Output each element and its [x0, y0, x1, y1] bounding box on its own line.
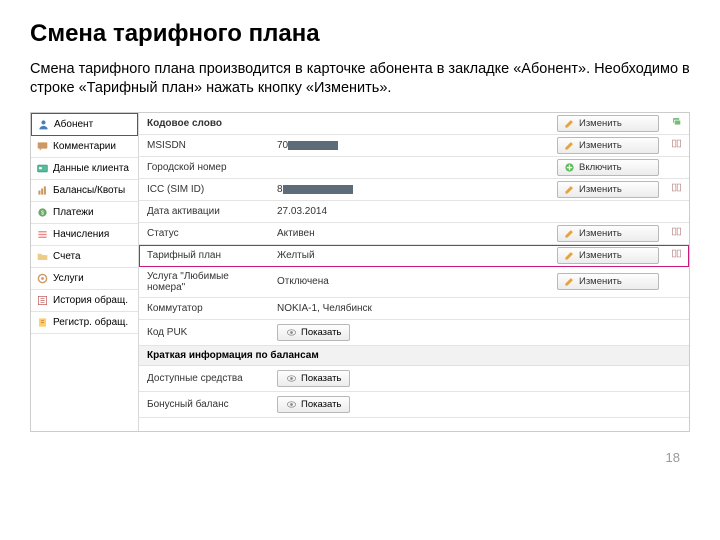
book-icon[interactable] — [671, 138, 682, 152]
row-extra — [663, 201, 689, 222]
sidebar-item-1[interactable]: Комментарии — [31, 136, 138, 158]
description: Смена тарифного плана производится в кар… — [30, 60, 690, 98]
main-panel: Кодовое словоИзменитьMSISDN70ИзменитьГор… — [139, 113, 689, 431]
data-row-5: СтатусАктивенИзменить — [139, 223, 689, 245]
book-icon[interactable] — [671, 248, 682, 262]
row-value: Показать — [269, 392, 553, 417]
action-button-6[interactable]: Изменить — [557, 247, 659, 264]
row-value: 27.03.2014 — [269, 201, 553, 222]
cards-icon[interactable] — [671, 116, 682, 130]
data-row-7: Услуга "Любимые номера"ОтключенаИзменить — [139, 267, 689, 298]
row-label: Дата активации — [139, 201, 269, 222]
book-icon[interactable] — [671, 226, 682, 240]
sidebar-label: Балансы/Квоты — [53, 185, 125, 196]
row-action: Изменить — [553, 179, 663, 200]
row-action: Изменить — [553, 223, 663, 244]
sidebar-item-3[interactable]: Балансы/Квоты — [31, 180, 138, 202]
row-value: Отключена — [269, 267, 553, 297]
row-extra — [663, 223, 689, 244]
action-button-3[interactable]: Изменить — [557, 181, 659, 198]
balance-row-1: Бонусный баланс Показать — [139, 392, 689, 418]
row-extra — [663, 179, 689, 200]
data-row-9: Код PUK Показать — [139, 320, 689, 346]
book-icon[interactable] — [671, 182, 682, 196]
data-row-1: MSISDN70Изменить — [139, 135, 689, 157]
action-button-0[interactable]: Изменить — [557, 115, 659, 132]
row-action: Изменить — [553, 135, 663, 156]
balance-row-0: Доступные средства Показать — [139, 366, 689, 392]
row-action — [553, 298, 663, 319]
action-button-1[interactable]: Изменить — [557, 137, 659, 154]
sidebar-item-9[interactable]: Регистр. обращ. — [31, 312, 138, 334]
row-value — [269, 113, 553, 134]
row-label: Бонусный баланс — [139, 392, 269, 417]
data-row-0: Кодовое слово Изменить — [139, 113, 689, 135]
row-extra — [663, 267, 689, 297]
row-label: ICC (SIM ID) — [139, 179, 269, 200]
row-value: NOKIA-1, Челябинск — [269, 298, 553, 319]
row-label: Статус — [139, 223, 269, 244]
row-value: Показать — [269, 366, 553, 391]
sidebar: Абонент Комментарии Данные клиента Балансы/… — [31, 113, 139, 431]
row-action: Изменить — [553, 267, 663, 297]
row-extra — [663, 320, 689, 345]
sidebar-item-8[interactable]: История обращ. — [31, 290, 138, 312]
sidebar-item-4[interactable]: $ Платежи — [31, 202, 138, 224]
sidebar-label: Регистр. обращ. — [53, 317, 128, 328]
app-window: Абонент Комментарии Данные клиента Балансы/… — [30, 112, 690, 432]
sidebar-item-7[interactable]: Услуги — [31, 268, 138, 290]
row-extra — [663, 298, 689, 319]
sidebar-item-0[interactable]: Абонент — [31, 113, 138, 136]
svg-text:$: $ — [41, 210, 44, 216]
row-action: Изменить — [553, 245, 663, 266]
sidebar-label: Начисления — [53, 229, 109, 240]
row-label: Код PUK — [139, 320, 269, 345]
data-row-8: КоммутаторNOKIA-1, Челябинск — [139, 298, 689, 320]
row-action — [553, 201, 663, 222]
row-extra — [663, 113, 689, 134]
sidebar-item-5[interactable]: Начисления — [31, 224, 138, 246]
data-row-2: Городской номер Включить — [139, 157, 689, 179]
show-button[interactable]: Показать — [277, 324, 350, 341]
show-button[interactable]: Показать — [277, 370, 350, 387]
page-title: Смена тарифного плана — [30, 20, 690, 48]
sidebar-label: Платежи — [53, 207, 94, 218]
sidebar-label: Абонент — [54, 119, 93, 130]
row-extra — [663, 135, 689, 156]
action-button-5[interactable]: Изменить — [557, 225, 659, 242]
row-label: Тарифный план — [139, 245, 269, 266]
row-value: Показать — [269, 320, 553, 345]
data-row-4: Дата активации27.03.2014 — [139, 201, 689, 223]
row-value: 8 — [269, 179, 553, 200]
action-button-2[interactable]: Включить — [557, 159, 659, 176]
row-label: Городской номер — [139, 157, 269, 178]
row-label: Кодовое слово — [139, 113, 269, 134]
row-value: 70 — [269, 135, 553, 156]
row-action: Включить — [553, 157, 663, 178]
row-value: Желтый — [269, 245, 553, 266]
sidebar-label: Услуги — [53, 273, 84, 284]
sidebar-label: Комментарии — [53, 141, 116, 152]
sidebar-item-6[interactable]: Счета — [31, 246, 138, 268]
row-label: MSISDN — [139, 135, 269, 156]
show-button[interactable]: Показать — [277, 396, 350, 413]
page-number: 18 — [30, 450, 690, 465]
row-action: Изменить — [553, 113, 663, 134]
row-value: Активен — [269, 223, 553, 244]
row-label: Доступные средства — [139, 366, 269, 391]
row-value — [269, 157, 553, 178]
sidebar-label: История обращ. — [53, 295, 128, 306]
row-label: Коммутатор — [139, 298, 269, 319]
balance-section-header: Краткая информация по балансам — [139, 346, 689, 366]
action-button-7[interactable]: Изменить — [557, 273, 659, 290]
row-extra — [663, 157, 689, 178]
sidebar-label: Данные клиента — [53, 163, 129, 174]
sidebar-label: Счета — [53, 251, 81, 262]
row-label: Услуга "Любимые номера" — [139, 267, 269, 297]
data-row-3: ICC (SIM ID)8Изменить — [139, 179, 689, 201]
row-action — [553, 320, 663, 345]
data-row-6: Тарифный планЖелтыйИзменить — [139, 245, 689, 267]
row-extra — [663, 245, 689, 266]
sidebar-item-2[interactable]: Данные клиента — [31, 158, 138, 180]
